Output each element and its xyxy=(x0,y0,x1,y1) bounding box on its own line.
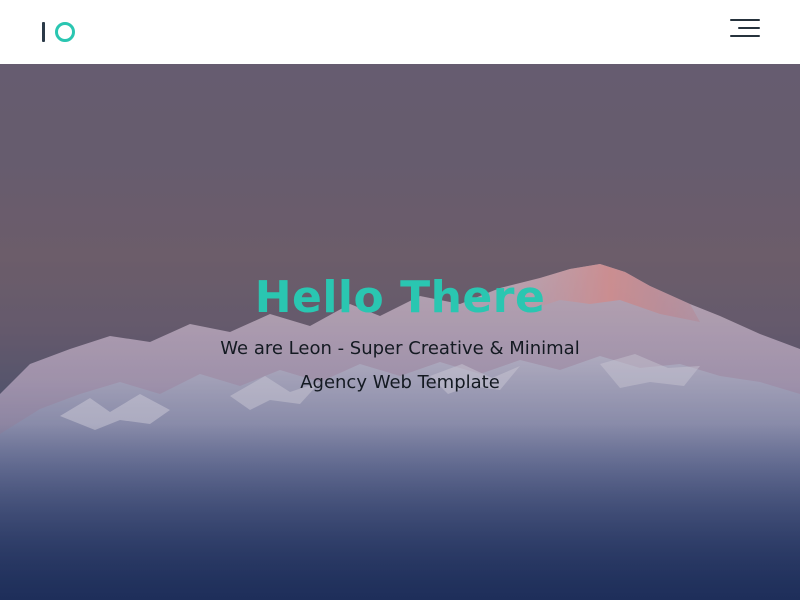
menu-line-middle xyxy=(738,27,760,29)
navbar xyxy=(0,0,800,64)
menu-line-bottom xyxy=(730,35,760,37)
menu-line-top xyxy=(730,19,760,21)
logo-ring xyxy=(55,22,75,42)
hero-subtitle: We are Leon - Super Creative & Minimal A… xyxy=(220,338,580,393)
logo[interactable] xyxy=(42,20,78,44)
hero-content: Hello There We are Leon - Super Creative… xyxy=(0,270,800,400)
hero-title: Hello There xyxy=(254,272,546,323)
hero-section: Hello There We are Leon - Super Creative… xyxy=(0,64,800,600)
logo-bar xyxy=(42,22,45,42)
hamburger-menu-icon[interactable] xyxy=(730,19,760,39)
